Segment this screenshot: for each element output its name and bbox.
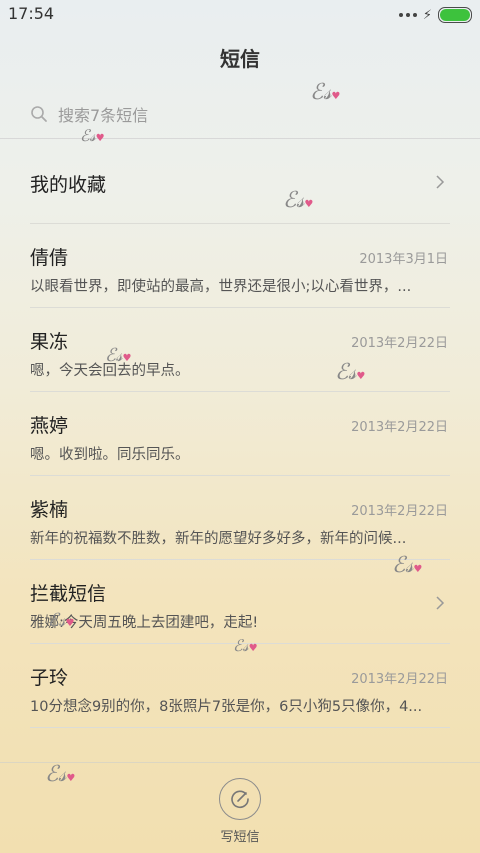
status-bar: 17:54 ⚡	[0, 0, 480, 30]
contact-name: 果冻	[30, 331, 69, 353]
contact-name: 燕婷	[30, 415, 69, 437]
conversation-row[interactable]: 燕婷 2013年2月22日 嗯。收到啦。同乐同乐。	[30, 411, 450, 471]
status-time: 17:54	[8, 4, 55, 23]
search-icon	[31, 106, 47, 122]
decoration-doodle-icon: ℰ𝓈♥	[392, 553, 423, 578]
charging-icon: ⚡	[422, 7, 432, 23]
signal-dots-icon	[398, 13, 417, 17]
compose-button[interactable]	[219, 778, 261, 820]
compose-label: 写短信	[220, 830, 260, 845]
blocked-messages-label: 拦截短信	[30, 583, 107, 605]
contact-name: 紫楠	[30, 499, 69, 521]
message-date: 2013年2月22日	[351, 336, 448, 351]
conversation-row[interactable]: 果冻 2013年2月22日 嗯，今天会回去的早点。	[30, 327, 450, 387]
divider	[30, 307, 450, 308]
message-date: 2013年2月22日	[351, 672, 448, 687]
chevron-right-icon	[436, 596, 445, 610]
divider	[30, 727, 450, 728]
chevron-right-icon	[436, 175, 445, 189]
battery-level	[440, 9, 470, 21]
message-date: 2013年3月1日	[359, 252, 448, 267]
message-date: 2013年2月22日	[351, 504, 448, 519]
decoration-doodle-icon: ℰ𝓈♥	[233, 636, 258, 655]
divider	[30, 391, 450, 392]
compose-icon	[231, 790, 249, 809]
divider	[30, 643, 450, 644]
conversation-row[interactable]: 子玲 2013年2月22日 10分想念9别的你，8张照片7张是你，6只小狗5只像…	[30, 663, 450, 723]
status-icons: ⚡	[398, 7, 472, 23]
message-preview: 雅娜:今天周五晚上去团建吧，走起!	[30, 615, 259, 631]
message-preview: 嗯。收到啦。同乐同乐。	[30, 447, 190, 463]
message-preview: 嗯，今天会回去的早点。	[30, 363, 190, 379]
message-preview: 以眼看世界，即使站的最高，世界还是很小;以心看世界，...	[30, 279, 412, 295]
message-preview: 新年的祝福数不胜数，新年的愿望好多好多，新年的问候...	[30, 531, 407, 547]
divider	[30, 223, 450, 224]
search-bar[interactable]: 搜索7条短信	[30, 100, 450, 128]
search-placeholder: 搜索7条短信	[58, 106, 149, 125]
battery-icon	[438, 7, 472, 23]
contact-name: 倩倩	[30, 247, 69, 269]
favorites-row[interactable]: 我的收藏	[30, 170, 450, 200]
conversation-row[interactable]: 紫楠 2013年2月22日 新年的祝福数不胜数，新年的愿望好多好多，新年的问候.…	[30, 495, 450, 555]
page-title: 短信	[220, 47, 260, 71]
message-date: 2013年2月22日	[351, 420, 448, 435]
bottom-divider	[0, 762, 480, 763]
blocked-messages-row[interactable]: 拦截短信 雅娜:今天周五晚上去团建吧，走起!	[30, 579, 450, 639]
contact-name: 子玲	[30, 667, 69, 689]
favorites-label: 我的收藏	[30, 174, 107, 196]
decoration-doodle-icon: ℰ𝓈♥	[80, 126, 105, 145]
search-divider	[0, 138, 480, 139]
divider	[30, 475, 450, 476]
message-preview: 10分想念9别的你，8张照片7张是你，6只小狗5只像你，4...	[30, 699, 423, 715]
divider	[30, 559, 450, 560]
decoration-doodle-icon: ℰ𝓈♥	[45, 762, 76, 787]
conversation-row[interactable]: 倩倩 2013年3月1日 以眼看世界，即使站的最高，世界还是很小;以心看世界，.…	[30, 243, 450, 303]
